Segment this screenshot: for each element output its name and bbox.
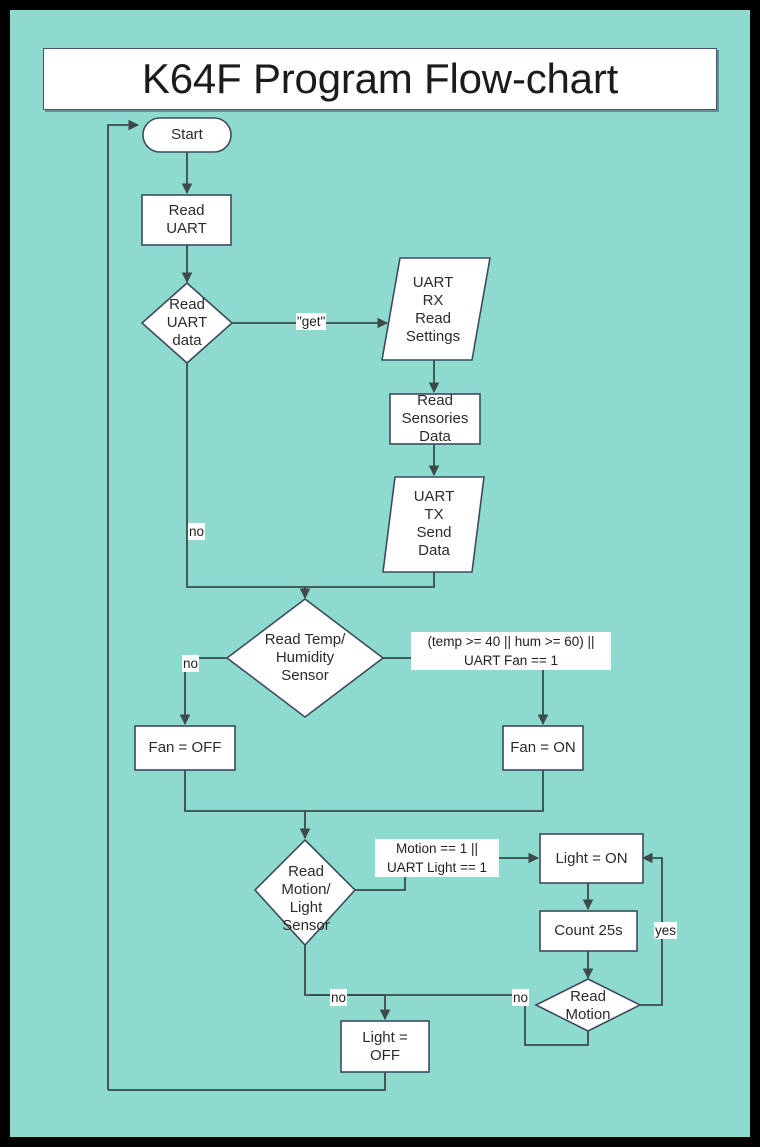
edge-label-no-motion: no [512, 989, 530, 1006]
node-fan-off[interactable] [134, 725, 236, 771]
edge-label-light-condition: Motion == 1 || UART Light == 1 [375, 839, 499, 877]
connector-no-motion-light-to-light-off [304, 945, 391, 1021]
node-read-temp-humidity[interactable] [225, 597, 385, 719]
connector-fan-merge [184, 770, 544, 812]
node-light-on[interactable] [539, 833, 644, 884]
node-fan-on[interactable] [502, 725, 584, 771]
flowchart-graphics [107, 117, 663, 1091]
node-read-sensories-data[interactable] [389, 393, 481, 445]
edge-label-no-temp: no [182, 655, 200, 672]
node-uart-rx[interactable] [381, 257, 491, 361]
node-read-motion[interactable] [534, 978, 642, 1032]
node-read-motion-light[interactable] [253, 838, 357, 947]
flowchart-shapes [134, 117, 644, 1073]
edge-label-fan-condition: (temp >= 40 || hum >= 60) || UART Fan ==… [411, 632, 611, 670]
node-light-off[interactable] [340, 1020, 430, 1073]
node-read-uart[interactable] [141, 194, 232, 246]
flowchart-page: K64F Program Flow-chart Start Read UART … [0, 0, 760, 1147]
node-read-uart-data[interactable] [140, 281, 234, 365]
node-count-25s[interactable] [539, 910, 638, 952]
edge-label-no-uart: no [188, 523, 206, 540]
connector-uart-tx-to-junction [304, 572, 435, 597]
edge-label-yes-motion: yes [654, 922, 678, 939]
chart-title-box: K64F Program Flow-chart [43, 48, 717, 110]
edge-label-no-motion-light: no [330, 989, 348, 1006]
connector-light-off-to-return [108, 1072, 386, 1091]
node-uart-tx[interactable] [382, 476, 485, 573]
edge-label-get: "get" [296, 313, 327, 330]
connector-return-to-start [107, 119, 140, 1090]
flowchart-canvas: K64F Program Flow-chart Start Read UART … [10, 10, 750, 1137]
connector-no-uart-to-temp [186, 363, 305, 588]
node-start[interactable] [142, 117, 232, 153]
page-title: K64F Program Flow-chart [141, 55, 619, 102]
